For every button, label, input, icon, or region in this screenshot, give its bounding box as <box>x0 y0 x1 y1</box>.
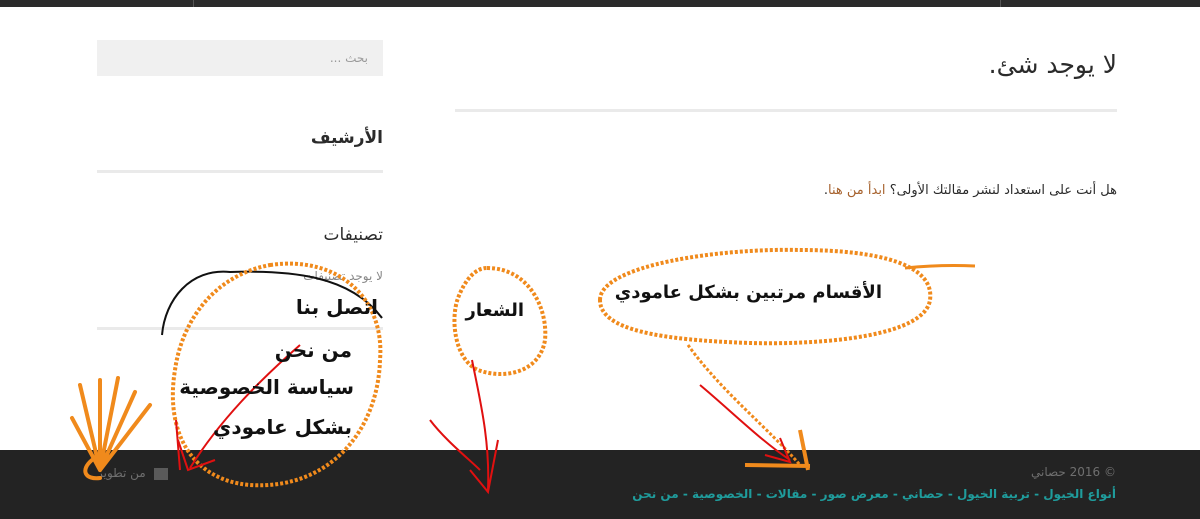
footer-nav-link[interactable]: مقالات <box>766 487 808 501</box>
footer-nav-separator: - <box>807 487 821 501</box>
footer-nav-separator: - <box>888 487 903 501</box>
annotation-sections-note: الأقسام مرتبين بشكل عامودي <box>614 282 882 303</box>
footer-nav-link[interactable]: تربية الخيول <box>957 487 1030 501</box>
annotation-contact-line-4: بشكل عامودي <box>213 415 352 439</box>
start-here-link[interactable]: ابدأ من هنا <box>828 183 886 198</box>
footer-nav-separator: - <box>678 487 692 501</box>
top-bar-divider <box>1000 0 1001 7</box>
credit-text: من تطوير <box>97 466 146 480</box>
footer-nav-separator: - <box>752 487 766 501</box>
developer-credit[interactable]: من تطوير <box>97 466 168 480</box>
footer-nav: أنواع الخيول - تربية الخيول - حصاني - مع… <box>632 487 1116 501</box>
copyright-text: © 2016 حصاني <box>1030 465 1116 479</box>
footer-nav-separator: - <box>1029 487 1044 501</box>
no-categories-text: لا يوجد تصنيفات <box>303 269 383 283</box>
annotation-contact-line-1: اتصل بنا <box>295 295 378 319</box>
top-bar-divider <box>193 0 194 7</box>
intro-text: هل أنت على استعداد لنشر مقالتك الأولى؟ <box>889 183 1117 198</box>
footer-nav-separator: - <box>943 487 957 501</box>
categories-widget-title: تصنيفات <box>323 225 383 245</box>
footer-nav-link[interactable]: حصاني <box>902 487 944 501</box>
orange-ellipse-tail <box>904 263 976 270</box>
footer-nav-link[interactable]: من نحن <box>632 487 678 501</box>
site-footer: © 2016 حصاني أنواع الخيول - تربية الخيول… <box>0 450 1200 519</box>
footer-nav-link[interactable]: الخصوصية <box>692 487 752 501</box>
orange-logo-circle <box>452 265 548 376</box>
widget-divider <box>97 327 383 330</box>
annotation-contact-line-2: من نحن <box>274 338 352 362</box>
intro-paragraph: هل أنت على استعداد لنشر مقالتك الأولى؟ ا… <box>455 183 1117 198</box>
main-content: لا يوجد شئ. هل أنت على استعداد لنشر مقال… <box>455 40 1117 198</box>
annotation-logo-note: الشعار <box>465 300 524 321</box>
orange-arrow-line <box>686 344 802 466</box>
top-admin-bar <box>0 0 1200 7</box>
widget-divider <box>97 170 383 173</box>
footer-nav-link[interactable]: معرض صور <box>821 487 889 501</box>
archive-widget-title: الأرشيف <box>310 128 383 148</box>
page-title: لا يوجد شئ. <box>988 50 1117 79</box>
title-divider <box>455 109 1117 112</box>
developer-logo-icon <box>153 467 168 480</box>
sidebar: الأرشيف تصنيفات لا يوجد تصنيفات <box>97 40 383 330</box>
annotation-contact-line-3: سياسة الخصوصية <box>179 375 354 399</box>
search-input[interactable] <box>97 40 383 76</box>
footer-nav-link[interactable]: أنواع الخيول <box>1043 487 1116 501</box>
